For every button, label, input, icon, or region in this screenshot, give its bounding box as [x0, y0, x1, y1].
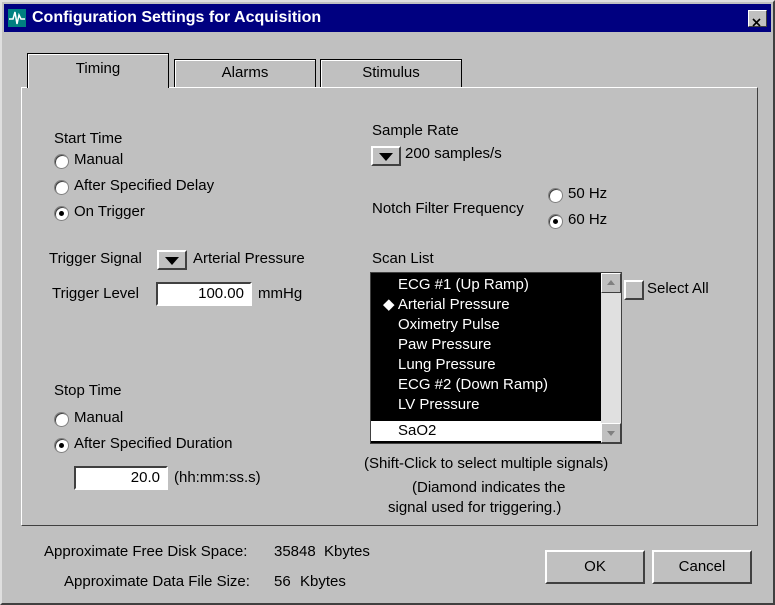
dropdown-arrow-icon [379, 153, 393, 161]
trigger-signal-value: Arterial Pressure [193, 250, 305, 267]
trigger-level-unit: mmHg [258, 285, 303, 302]
stop-duration-label: After Specified Duration [74, 435, 233, 452]
scan-hint-diamond-1: (Diamond indicates the [412, 479, 566, 496]
ok-button[interactable]: OK [545, 550, 645, 584]
select-all-button[interactable] [624, 280, 644, 300]
list-item[interactable]: ECG #2 (Down Ramp) [371, 375, 601, 395]
window-title: Configuration Settings for Acquisition [32, 9, 322, 26]
scan-list-label: Scan List [372, 250, 434, 267]
list-item[interactable]: ECG #1 (Up Ramp) [371, 275, 601, 295]
tab-timing[interactable]: Timing [27, 53, 169, 88]
list-item[interactable]: Paw Pressure [371, 335, 601, 355]
list-item[interactable]: ◆ Arterial Pressure [371, 295, 601, 315]
free-disk-label: Approximate Free Disk Space: [44, 543, 248, 560]
stop-manual-radio[interactable] [54, 412, 69, 427]
tab-stimulus[interactable]: Stimulus [320, 59, 462, 88]
notch-50hz-label: 50 Hz [568, 185, 608, 202]
file-size-unit: Kbytes [300, 573, 346, 590]
sample-rate-label: Sample Rate [372, 122, 459, 139]
stop-manual-label: Manual [74, 409, 124, 426]
dialog-window: Configuration Settings for Acquisition T… [0, 0, 775, 605]
start-delay-label: After Specified Delay [74, 177, 215, 194]
list-item[interactable]: SaO2 [371, 421, 601, 441]
title-bar: Configuration Settings for Acquisition [4, 4, 771, 32]
trigger-level-label: Trigger Level [52, 285, 139, 302]
free-disk-unit: Kbytes [324, 543, 370, 560]
dropdown-arrow-icon [165, 257, 179, 265]
stop-duration-field[interactable]: 20.0 [74, 466, 168, 490]
trigger-signal-label: Trigger Signal [49, 250, 142, 267]
scan-list-box[interactable]: ECG #1 (Up Ramp) ◆ Arterial Pressure Oxi… [370, 272, 622, 444]
list-item[interactable]: Oximetry Pulse [371, 315, 601, 335]
close-button[interactable] [748, 10, 767, 27]
tab-alarms[interactable]: Alarms [174, 59, 316, 88]
tab-stimulus-label: Stimulus [362, 64, 420, 81]
notch-60hz-label: 60 Hz [568, 211, 608, 228]
scan-hint-diamond-2: signal used for triggering.) [388, 499, 562, 516]
trigger-signal-dropdown[interactable] [157, 250, 187, 270]
diamond-icon: ◆ [383, 296, 395, 313]
stop-duration-radio[interactable] [54, 438, 69, 453]
cancel-button[interactable]: Cancel [652, 550, 752, 584]
notch-60hz-radio[interactable] [548, 214, 563, 229]
list-item[interactable]: Lung Pressure [371, 355, 601, 375]
file-size-value: 56 [274, 573, 291, 590]
sample-rate-dropdown[interactable] [371, 146, 401, 166]
scroll-up-icon [607, 280, 615, 285]
free-disk-value: 35848 [274, 543, 316, 560]
scan-hint-shift-click: (Shift-Click to select multiple signals) [364, 455, 609, 472]
notch-50hz-radio[interactable] [548, 188, 563, 203]
tab-timing-label: Timing [75, 60, 121, 77]
start-trigger-label: On Trigger [74, 203, 145, 220]
close-icon [752, 18, 761, 27]
notch-filter-label: Notch Filter Frequency [372, 200, 524, 217]
file-size-label: Approximate Data File Size: [64, 573, 250, 590]
scroll-up-button[interactable] [601, 273, 621, 293]
trigger-level-field[interactable]: 100.00 [156, 282, 252, 306]
start-manual-radio[interactable] [54, 154, 69, 169]
tab-alarms-label: Alarms [221, 64, 269, 81]
scan-list-scrollbar[interactable] [601, 273, 621, 443]
start-manual-label: Manual [74, 151, 124, 168]
start-time-label: Start Time [54, 130, 123, 147]
stop-duration-unit: (hh:mm:ss.s) [174, 469, 261, 486]
start-trigger-radio[interactable] [54, 206, 69, 221]
list-item[interactable]: LV Pressure [371, 395, 601, 415]
sample-rate-value: 200 samples/s [405, 145, 502, 162]
scroll-down-icon [607, 431, 615, 436]
stop-time-label: Stop Time [54, 382, 122, 399]
scroll-down-button[interactable] [601, 423, 621, 443]
start-delay-radio[interactable] [54, 180, 69, 195]
select-all-label: Select All [647, 280, 709, 297]
waveform-icon [8, 9, 26, 27]
